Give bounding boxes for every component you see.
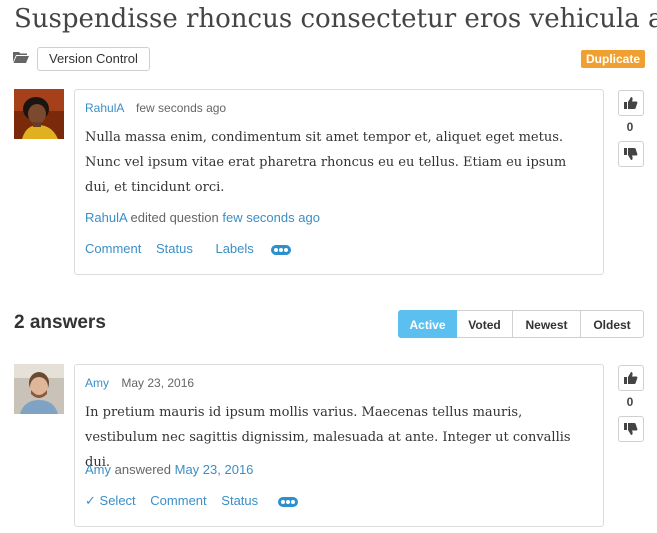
sort-tabs: Active Voted Newest Oldest xyxy=(398,310,644,338)
answer-author[interactable]: Amy xyxy=(85,376,109,390)
category-tag[interactable]: Version Control xyxy=(37,47,150,71)
thumbs-up-icon xyxy=(624,97,638,109)
question-author[interactable]: RahulA xyxy=(85,101,124,115)
answer-activity-time[interactable]: May 23, 2016 xyxy=(175,462,254,477)
question-title: Suspendisse rhoncus consectetur eros veh… xyxy=(14,4,657,34)
sort-tab-newest[interactable]: Newest xyxy=(513,310,581,338)
folder-icon xyxy=(13,52,29,63)
sort-tab-oldest[interactable]: Oldest xyxy=(581,310,644,338)
answer-status-link[interactable]: Status xyxy=(221,493,258,508)
activity-user[interactable]: RahulA xyxy=(85,210,127,225)
avatar-rahula[interactable] xyxy=(14,89,64,139)
comment-link[interactable]: Comment xyxy=(85,241,141,256)
question-vote-count: 0 xyxy=(626,120,634,134)
sort-tab-active[interactable]: Active xyxy=(398,310,457,338)
labels-link[interactable]: Labels xyxy=(215,241,253,256)
answer-vote-count: 0 xyxy=(626,395,634,409)
check-icon: ✓ xyxy=(85,493,96,508)
thumbs-down-icon xyxy=(624,423,638,435)
downvote-button[interactable] xyxy=(618,141,644,167)
activity-action: edited question xyxy=(130,210,219,225)
question-time: few seconds ago xyxy=(136,101,227,115)
activity-time[interactable]: few seconds ago xyxy=(222,210,320,225)
question-body: Nulla massa enim, condimentum sit amet t… xyxy=(85,130,567,195)
avatar-amy[interactable] xyxy=(14,364,64,414)
answer-date: May 23, 2016 xyxy=(121,376,195,390)
status-badge: Duplicate xyxy=(581,50,646,68)
answer-upvote-button[interactable] xyxy=(618,365,644,391)
status-link[interactable]: Status xyxy=(156,241,193,256)
answer-more-options-button[interactable] xyxy=(277,496,298,507)
answer-comment-link[interactable]: Comment xyxy=(150,493,206,508)
thumbs-up-icon xyxy=(624,372,638,384)
answer-activity-user[interactable]: Amy xyxy=(85,462,111,477)
thumbs-down-icon xyxy=(624,148,638,160)
answer-activity-action: answered xyxy=(114,462,171,477)
answers-heading: 2 answers xyxy=(14,312,106,333)
answer-downvote-button[interactable] xyxy=(618,416,644,442)
sort-tab-voted[interactable]: Voted xyxy=(457,310,513,338)
select-answer-link[interactable]: Select xyxy=(100,493,136,508)
more-options-button[interactable] xyxy=(271,244,292,255)
upvote-button[interactable] xyxy=(618,90,644,116)
